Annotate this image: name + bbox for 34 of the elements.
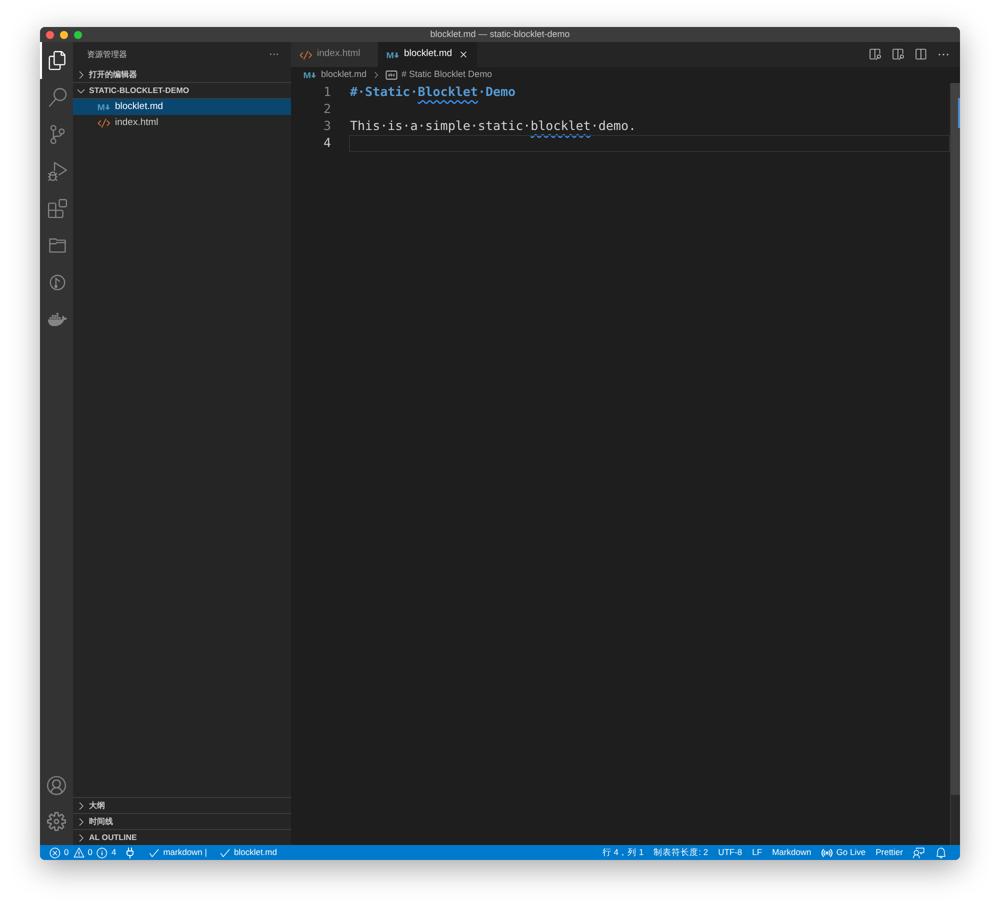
file-item[interactable]: blocklet.md <box>73 99 291 115</box>
code-text: This·is·a·simple·static· <box>350 117 531 136</box>
window-title: blocklet.md — static-blocklet-demo <box>430 28 570 41</box>
breadcrumb-item[interactable]: blocklet.md <box>303 68 367 82</box>
code-text: ·demo. <box>590 117 636 136</box>
editor-tab[interactable]: index.html <box>291 42 378 67</box>
status-item[interactable]: 0 <box>48 845 70 860</box>
status-item[interactable]: 制表符长度: 2 <box>648 845 714 860</box>
status-item[interactable]: Go Live <box>816 845 871 860</box>
status-item[interactable]: 行 4，列 1 <box>597 845 649 860</box>
status-item[interactable]: markdown | <box>143 845 212 860</box>
line-number: 4 <box>322 134 331 152</box>
more-actions-button[interactable]: ··· <box>269 50 279 60</box>
line-number: 1 <box>322 83 331 102</box>
section-header[interactable]: 打开的编辑器 <box>73 67 291 83</box>
line-number: 3 <box>322 117 331 136</box>
section-header[interactable]: 大纲 <box>73 797 291 813</box>
code-text: ·Demo <box>478 83 516 102</box>
status-item[interactable]: 0 <box>72 845 94 860</box>
breadcrumb-item[interactable]: # Static Blocklet Demo <box>384 68 492 82</box>
code-text: Blocklet <box>418 83 478 102</box>
status-item[interactable]: Prettier <box>870 845 908 860</box>
code-text: blocklet <box>530 117 591 136</box>
section-header[interactable]: 时间线 <box>73 813 291 829</box>
code-text: #·Static· <box>350 83 418 102</box>
status-item[interactable]: blocklet.md <box>214 845 282 860</box>
status-item[interactable]: UTF-8 <box>713 845 748 860</box>
status-item[interactable]: LF <box>747 845 768 860</box>
status-item[interactable]: Markdown <box>767 845 816 860</box>
status-item[interactable]: 4 <box>95 845 118 860</box>
editor-tab[interactable]: blocklet.md <box>378 42 478 67</box>
line-number: 2 <box>322 100 331 118</box>
sidebar-title: 资源管理器 <box>87 48 127 60</box>
file-item[interactable]: index.html <box>73 115 291 131</box>
